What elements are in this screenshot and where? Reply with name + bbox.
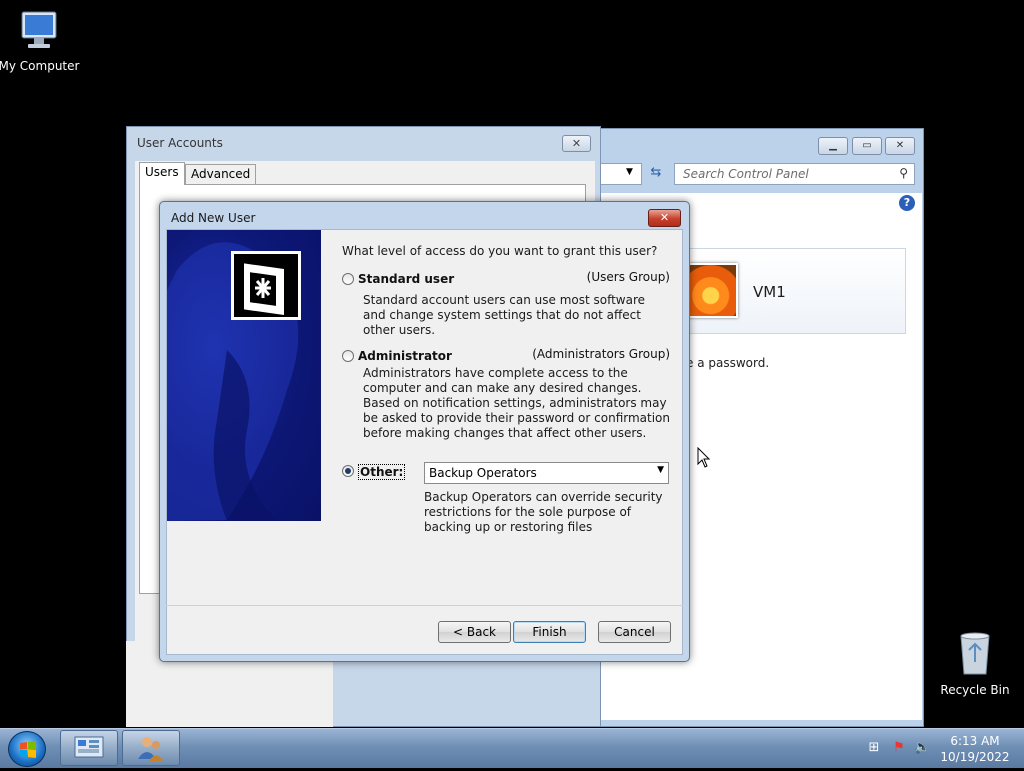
taskbar-control-panel[interactable] xyxy=(60,730,118,766)
user-accounts-logo xyxy=(231,251,301,320)
password-link-text[interactable]: e a password. xyxy=(686,356,769,370)
control-panel-icon xyxy=(74,736,104,758)
refresh-icon[interactable]: ⇆ xyxy=(645,165,667,183)
finish-button[interactable]: Finish xyxy=(513,621,586,643)
administrator-label[interactable]: Administrator xyxy=(358,349,452,363)
recycle-bin-label: Recycle Bin xyxy=(940,683,1010,697)
maximize-button[interactable]: ▭ xyxy=(852,137,882,155)
search-input[interactable]: Search Control Panel ⚲ xyxy=(674,163,915,185)
my-computer-label: My Computer xyxy=(0,59,80,73)
window-title: User Accounts xyxy=(137,136,223,150)
taskbar-user-accounts[interactable] xyxy=(122,730,180,766)
close-button[interactable]: ✕ xyxy=(562,135,591,152)
user-picture xyxy=(688,263,738,318)
dialog-separator xyxy=(166,605,683,606)
other-label[interactable]: Other: xyxy=(358,464,406,480)
back-button[interactable]: < Back xyxy=(438,621,511,643)
search-icon[interactable]: ⚲ xyxy=(899,166,908,180)
windows-logo-icon xyxy=(20,741,36,758)
network-icon[interactable]: ⊞ xyxy=(866,740,882,756)
search-placeholder: Search Control Panel xyxy=(683,167,809,181)
standard-user-description: Standard account users can use most soft… xyxy=(363,293,646,337)
other-description: Backup Operators can override security r… xyxy=(424,490,663,534)
chevron-down-icon[interactable]: ▼ xyxy=(657,465,664,475)
tab-advanced[interactable]: Advanced xyxy=(185,164,257,184)
clock-date: 10/19/2022 xyxy=(940,750,1010,764)
recycle-bin-icon xyxy=(960,632,990,675)
clock-time: 6:13 AM xyxy=(950,734,1000,748)
mouse-cursor-icon xyxy=(697,447,711,468)
close-button[interactable]: ✕ xyxy=(885,137,915,155)
dialog-title: Add New User xyxy=(171,211,256,225)
user-name: VM1 xyxy=(753,283,786,301)
cancel-button[interactable]: Cancel xyxy=(598,621,671,643)
administrator-radio[interactable] xyxy=(342,350,354,362)
keyhole-icon xyxy=(244,263,284,316)
administrator-description: Administrators have complete access to t… xyxy=(363,366,671,440)
clock[interactable]: 6:13 AM 10/19/2022 xyxy=(938,733,1012,765)
access-question: What level of access do you want to gran… xyxy=(342,244,658,258)
dialog-close-button[interactable]: ✕ xyxy=(648,209,681,227)
volume-icon[interactable]: 🔈 xyxy=(914,740,930,756)
standard-user-label[interactable]: Standard user xyxy=(358,272,454,286)
group-select-value: Backup Operators xyxy=(429,466,537,480)
administrator-group: (Administrators Group) xyxy=(532,347,670,361)
other-radio[interactable] xyxy=(342,465,354,477)
start-button[interactable] xyxy=(8,731,46,767)
help-icon[interactable]: ? xyxy=(899,195,915,211)
users-icon xyxy=(138,737,163,761)
group-select[interactable]: Backup Operators ▼ xyxy=(424,462,669,484)
dropdown-arrow-icon[interactable]: ▼ xyxy=(626,167,633,177)
computer-icon xyxy=(21,11,57,48)
tab-users[interactable]: Users xyxy=(139,162,185,185)
standard-user-radio[interactable] xyxy=(342,273,354,285)
standard-user-group: (Users Group) xyxy=(586,270,670,284)
action-center-flag-icon[interactable]: ⚑ xyxy=(891,740,907,756)
minimize-button[interactable]: ▁ xyxy=(818,137,848,155)
my-computer-desktop-icon[interactable]: My Computer xyxy=(0,8,84,73)
recycle-bin-desktop-icon[interactable]: Recycle Bin xyxy=(930,630,1020,697)
address-bar[interactable]: ▼ xyxy=(600,163,642,185)
